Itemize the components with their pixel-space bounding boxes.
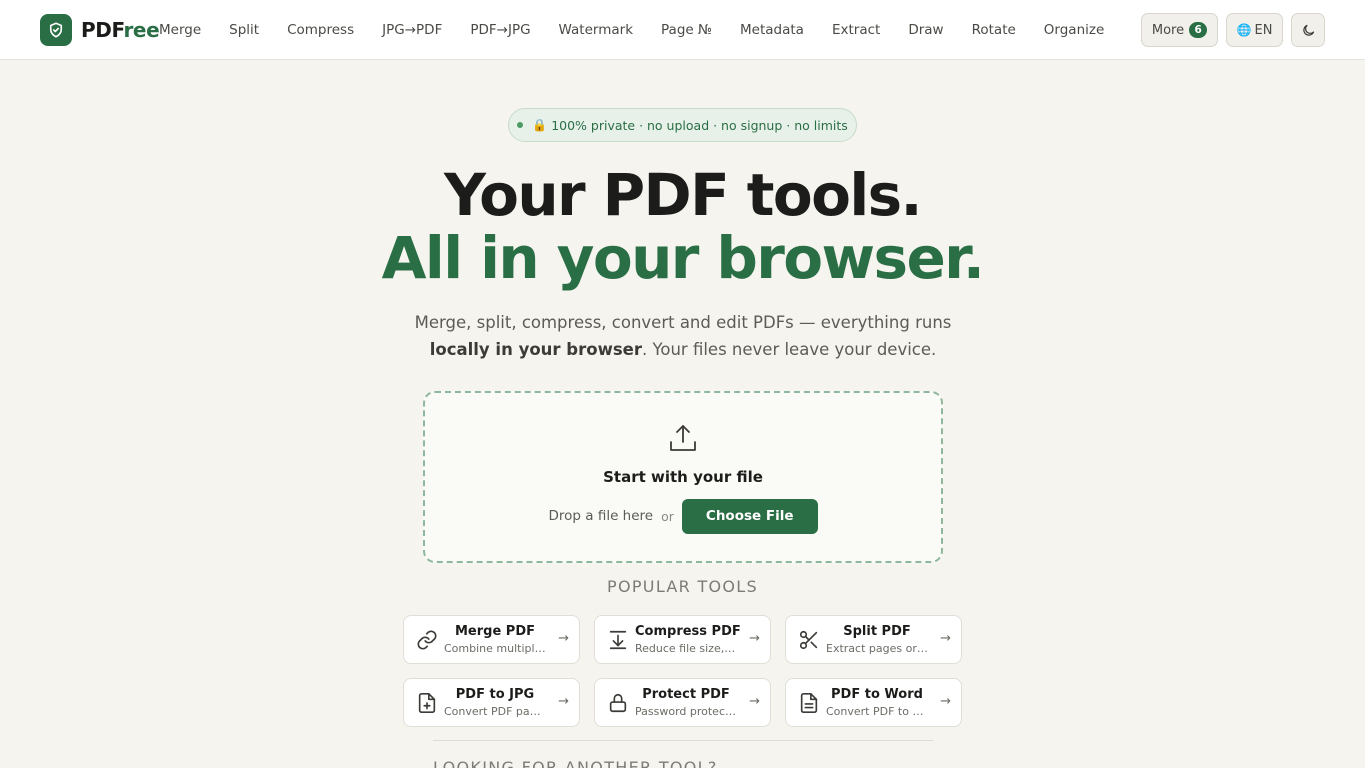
nav-link-watermark[interactable]: Watermark [545, 0, 647, 60]
upload-icon [670, 425, 696, 451]
hero-title: Your PDF tools. All in your browser. [0, 164, 1365, 290]
logo-link[interactable]: PDFree [40, 14, 160, 46]
globe-icon: 🌐 [1236, 23, 1252, 37]
arrow-right-icon: → [940, 631, 951, 646]
drop-hint: Drop a file here [548, 508, 654, 524]
shield-check-icon [40, 14, 72, 46]
top-header: PDFree Merge Split Compress JPG→PDF PDF→… [0, 0, 1365, 60]
tool-description: Password protection for files [635, 705, 737, 718]
nav-link-rotate[interactable]: Rotate [958, 0, 1030, 60]
hero-title-line1: Your PDF tools. [444, 161, 923, 229]
tool-name: Split PDF [843, 624, 911, 639]
tool-name: PDF to JPG [455, 687, 535, 702]
link-icon [417, 630, 437, 650]
arrow-right-icon: → [940, 694, 951, 709]
tool-description: Convert PDF to editable doc [826, 705, 928, 718]
tool-description: Extract pages or split files [826, 642, 928, 655]
tool-card-pdf-to-word[interactable]: PDF to Word Convert PDF to editable doc … [785, 678, 962, 727]
tool-description: Reduce file size, keep quality [635, 642, 737, 655]
more-label: More [1151, 22, 1185, 38]
file-plus-icon [418, 693, 436, 713]
theme-toggle-button[interactable] [1291, 13, 1325, 47]
more-tools-button[interactable]: More 6 [1141, 13, 1218, 47]
tool-name: Protect PDF [642, 687, 730, 702]
popular-tools-heading: POPULAR TOOLS [607, 577, 758, 596]
main-nav: Merge Split Compress JPG→PDF PDF→JPG Wat… [145, 0, 1118, 60]
tool-card-merge-pdf[interactable]: Merge PDF Combine multiple PDFs into one… [403, 615, 580, 664]
dropzone-title: Start with your file [603, 468, 763, 486]
tool-card-pdf-to-jpg[interactable]: PDF to JPG Convert PDF pages to images → [403, 678, 580, 727]
or-separator: or [661, 508, 674, 524]
hero-subtitle: Merge, split, compress, convert and edit… [414, 313, 952, 359]
nav-link-metadata[interactable]: Metadata [726, 0, 818, 60]
nav-link-draw[interactable]: Draw [894, 0, 957, 60]
document-icon [800, 693, 818, 713]
tool-name: Merge PDF [454, 624, 535, 639]
scissors-icon [799, 630, 818, 650]
file-dropzone[interactable]: Start with your file Drop a file here or… [423, 391, 943, 563]
nav-link-merge[interactable]: Merge [145, 0, 215, 60]
privacy-text: 100% private · no upload · no signup · n… [551, 117, 848, 133]
subtitle-emphasis: locally in your browser [429, 340, 642, 359]
nav-link-organize[interactable]: Organize [1030, 0, 1118, 60]
nav-link-extract[interactable]: Extract [818, 0, 894, 60]
nav-link-compress[interactable]: Compress [273, 0, 368, 60]
nav-link-split[interactable]: Split [215, 0, 273, 60]
compress-icon [609, 630, 627, 650]
nav-link-pdf-to-jpg[interactable]: PDF→JPG [456, 0, 544, 60]
section-divider [433, 740, 933, 741]
lock-icon [609, 693, 627, 713]
tool-card-protect-pdf[interactable]: Protect PDF Password protection for file… [594, 678, 771, 727]
dropzone-actions: Drop a file here or Choose File [425, 498, 941, 534]
arrow-right-icon: → [749, 694, 760, 709]
another-tool-heading: LOOKING FOR ANOTHER TOOL? [433, 758, 718, 768]
tool-name: Compress PDF [635, 624, 741, 639]
more-count-badge: 6 [1189, 22, 1208, 38]
tool-description: Combine multiple PDFs into one [444, 642, 546, 655]
arrow-right-icon: → [749, 631, 760, 646]
tool-card-split-pdf[interactable]: Split PDF Extract pages or split files → [785, 615, 962, 664]
language-label: EN [1254, 22, 1273, 38]
hero-title-line2: All in your browser. [381, 224, 985, 292]
language-button[interactable]: 🌐 EN [1226, 13, 1283, 47]
nav-link-jpg-to-pdf[interactable]: JPG→PDF [368, 0, 456, 60]
status-dot [517, 122, 524, 128]
nav-link-page-numbers[interactable]: Page № [647, 0, 726, 60]
tool-name: PDF to Word [831, 687, 923, 702]
lock-emoji-icon: 🔒 [532, 118, 548, 132]
tool-card-compress-pdf[interactable]: Compress PDF Reduce file size, keep qual… [594, 615, 771, 664]
privacy-badge: 🔒 100% private · no upload · no signup ·… [508, 108, 857, 142]
choose-file-button[interactable]: Choose File [681, 498, 818, 534]
moon-icon [1302, 24, 1314, 36]
tool-description: Convert PDF pages to images [444, 705, 546, 718]
arrow-right-icon: → [558, 631, 569, 646]
arrow-right-icon: → [558, 694, 569, 709]
